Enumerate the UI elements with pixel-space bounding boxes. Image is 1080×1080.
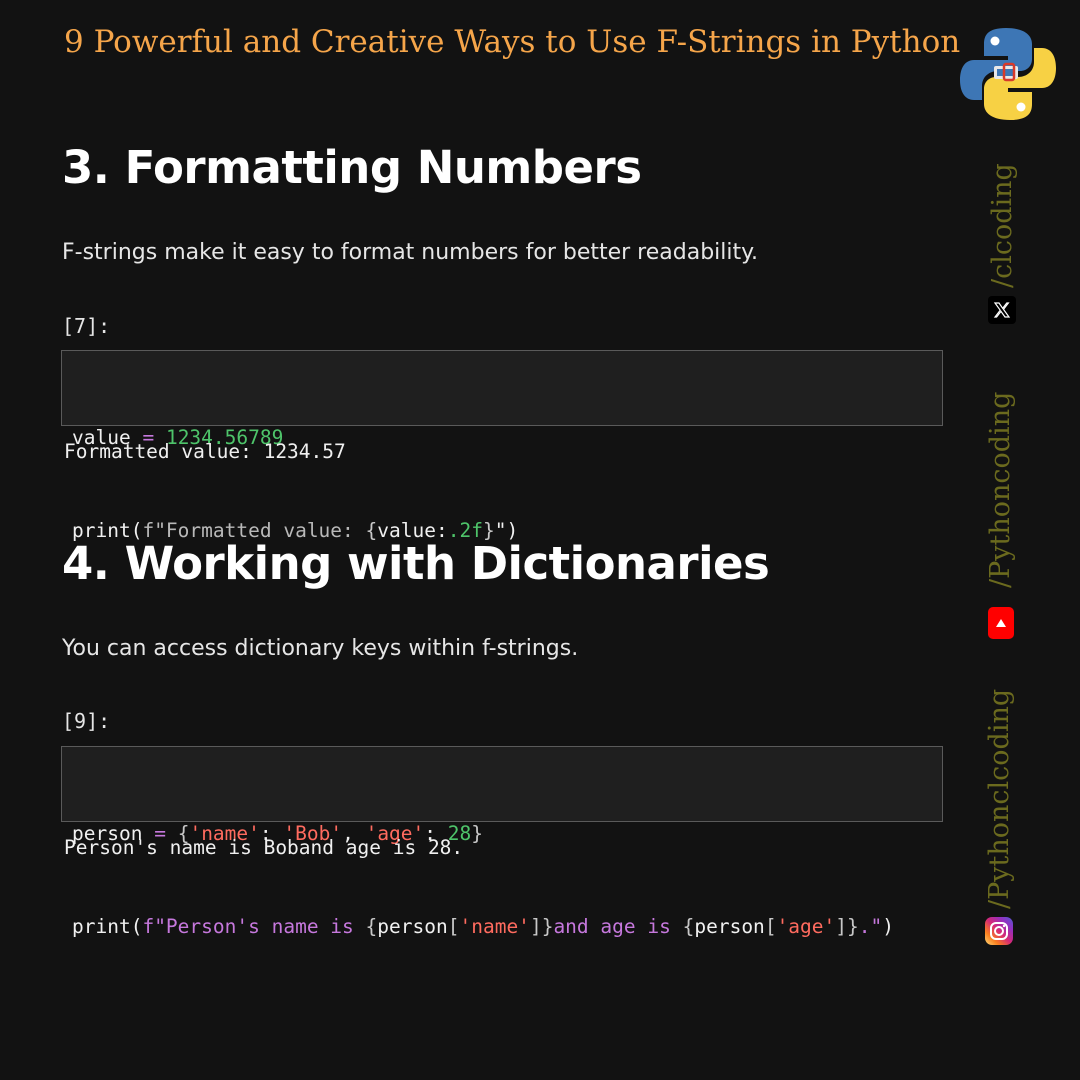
code-token-brace: } xyxy=(541,915,554,938)
code-token-string: age xyxy=(600,915,648,938)
code-cell: person = {'name': 'Bob', 'age': 28} prin… xyxy=(61,746,943,938)
python-logo-icon xyxy=(960,28,1056,120)
code-token-keyword: is xyxy=(647,915,671,938)
code-token-bracket: ] xyxy=(835,915,848,938)
code-token-brace: { xyxy=(365,915,378,938)
code-token-brace: { xyxy=(682,915,695,938)
section-heading-formatting-numbers: 3. Formatting Numbers xyxy=(62,141,642,194)
code-line: print(f"Person's name is {person['name']… xyxy=(72,911,932,942)
youtube-icon[interactable] xyxy=(988,607,1014,639)
section-description-working-with-dictionaries: You can access dictionary keys within f-… xyxy=(62,636,579,661)
code-token-brace: } xyxy=(471,822,483,845)
cell-prompt: [7]: xyxy=(62,314,111,338)
code-token-paren: ) xyxy=(882,915,894,938)
cell-output: Person's name is Boband age is 28. xyxy=(64,836,464,859)
code-token-string: 'name' xyxy=(459,915,530,938)
instagram-handle[interactable]: /Pythonclcoding xyxy=(984,689,1015,909)
code-cell: value = 1234.56789 print(f"Formatted val… xyxy=(61,350,943,542)
code-token-variable: person xyxy=(377,915,448,938)
code-token-string: 'age' xyxy=(776,915,836,938)
code-token-variable: person xyxy=(694,915,765,938)
code-token-bracket: ] xyxy=(529,915,542,938)
x-icon[interactable] xyxy=(988,296,1016,324)
code-token-brace: } xyxy=(847,915,859,938)
code-token-keyword: is xyxy=(330,915,354,938)
code-token-bracket: [ xyxy=(447,915,460,938)
instagram-icon[interactable] xyxy=(985,917,1013,945)
code-token-string: and xyxy=(553,915,601,938)
page-title: 9 Powerful and Creative Ways to Use F-St… xyxy=(64,24,961,60)
code-token-string: f"Person's name xyxy=(142,915,331,938)
code-token-function: print( xyxy=(72,915,143,938)
code-token-string: ." xyxy=(858,915,883,938)
cell-prompt: [9]: xyxy=(62,709,111,733)
youtube-handle[interactable]: /Pythoncoding xyxy=(985,392,1016,588)
cell-output: Formatted value: 1234.57 xyxy=(64,440,346,463)
code-token-bracket: [ xyxy=(764,915,777,938)
x-handle[interactable]: /clcoding xyxy=(987,163,1018,288)
section-heading-working-with-dictionaries: 4. Working with Dictionaries xyxy=(62,537,770,590)
section-description-formatting-numbers: F-strings make it easy to format numbers… xyxy=(62,240,759,265)
